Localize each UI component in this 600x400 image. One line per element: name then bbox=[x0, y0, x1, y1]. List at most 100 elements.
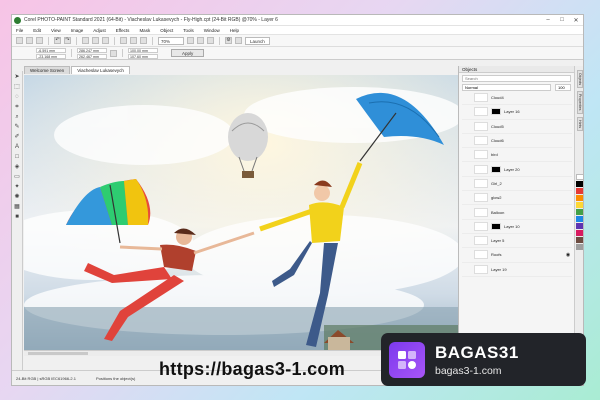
pick-tool-icon[interactable]: ➤ bbox=[14, 74, 21, 81]
layer-row[interactable]: Layer 19 bbox=[462, 263, 572, 277]
hand-icon[interactable] bbox=[207, 37, 214, 44]
open-file-icon[interactable] bbox=[26, 37, 33, 44]
menu-window[interactable]: Window bbox=[204, 28, 220, 33]
layer-row[interactable]: Cloud5 bbox=[462, 120, 572, 134]
menu-edit[interactable]: Edit bbox=[33, 28, 41, 33]
menu-mask[interactable]: Mask bbox=[139, 28, 150, 33]
layer-name: bird bbox=[491, 152, 498, 158]
app-window: Corel PHOTO-PAINT Standard 2021 (64-Bit)… bbox=[11, 14, 584, 386]
crop-icon[interactable] bbox=[120, 37, 127, 44]
zoom-tool-icon[interactable]: ⌕ bbox=[14, 114, 21, 121]
image-canvas[interactable] bbox=[24, 75, 458, 350]
docker-tab-objects[interactable]: Objects bbox=[577, 70, 583, 89]
width-field[interactable]: 286.247 mm bbox=[77, 47, 107, 53]
crop-tool-icon[interactable]: ⌗ bbox=[14, 104, 21, 111]
docker-tab-properties[interactable]: Properties bbox=[577, 91, 583, 114]
layer-row[interactable]: Cloud4 bbox=[462, 91, 572, 106]
y-position-field[interactable]: -23.168 mm bbox=[36, 53, 66, 59]
objects-search-input[interactable]: Search bbox=[462, 75, 571, 82]
palette-swatch[interactable] bbox=[576, 229, 583, 236]
layer-row[interactable]: Roofs ◉ bbox=[462, 248, 572, 263]
layer-row[interactable]: Balloon bbox=[462, 205, 572, 220]
palette-swatch[interactable] bbox=[576, 173, 583, 180]
layer-row[interactable]: Layer 5 bbox=[462, 234, 572, 249]
import-icon[interactable] bbox=[82, 37, 89, 44]
menu-help[interactable]: Help bbox=[230, 28, 239, 33]
save-icon[interactable] bbox=[36, 37, 43, 44]
color-profile-status: 24-Bit RGB | sRGB IEC61966-2.1 bbox=[16, 376, 76, 381]
undo-icon[interactable]: ↶ bbox=[54, 37, 61, 44]
x-position-field[interactable]: -6.591 mm bbox=[36, 47, 66, 53]
shape-tool-icon[interactable]: □ bbox=[14, 154, 21, 161]
title-bar: Corel PHOTO-PAINT Standard 2021 (64-Bit)… bbox=[12, 15, 583, 26]
object-icon[interactable] bbox=[140, 37, 147, 44]
layer-thumbnail bbox=[474, 150, 488, 160]
zoom-level-dropdown[interactable]: 70% bbox=[158, 36, 184, 45]
mask-tool-icon[interactable]: ⬚ bbox=[14, 84, 21, 91]
new-file-icon[interactable] bbox=[16, 37, 23, 44]
lasso-tool-icon[interactable]: ◌ bbox=[14, 94, 21, 101]
tab-welcome-screen[interactable]: Welcome Screen bbox=[24, 66, 71, 74]
menu-adjust[interactable]: Adjust bbox=[93, 28, 106, 33]
height-field[interactable]: 262.467 mm bbox=[77, 53, 107, 59]
scale-x-field[interactable]: 100.00 mm bbox=[128, 47, 158, 53]
menu-view[interactable]: View bbox=[51, 28, 61, 33]
fill-tool-icon[interactable]: ◈ bbox=[14, 164, 21, 171]
layer-row[interactable]: bird bbox=[462, 148, 572, 163]
menu-image[interactable]: Image bbox=[71, 28, 84, 33]
close-button[interactable]: ✕ bbox=[569, 17, 583, 24]
palette-swatch[interactable] bbox=[576, 187, 583, 194]
palette-swatch[interactable] bbox=[576, 215, 583, 222]
visibility-eye-icon[interactable]: ◉ bbox=[564, 252, 572, 258]
menu-file[interactable]: File bbox=[16, 28, 23, 33]
text-tool-icon[interactable]: A bbox=[14, 144, 21, 151]
layer-row[interactable]: glow2 bbox=[462, 191, 572, 206]
brush-tool-icon[interactable]: ✐ bbox=[14, 134, 21, 141]
options-gear-icon[interactable]: ⚙ bbox=[225, 37, 232, 44]
palette-swatch[interactable] bbox=[576, 194, 583, 201]
opacity-field[interactable]: 100 bbox=[555, 84, 571, 91]
docker-tab-hints[interactable]: Hints bbox=[577, 116, 583, 131]
palette-swatch[interactable] bbox=[576, 236, 583, 243]
maximize-button[interactable]: □ bbox=[555, 17, 569, 23]
layer-thumbnail bbox=[474, 93, 488, 103]
mask-icon[interactable] bbox=[130, 37, 137, 44]
layer-row[interactable]: Layer 16 bbox=[462, 105, 572, 120]
layer-row[interactable]: Cloud6 bbox=[462, 134, 572, 149]
eraser-tool-icon[interactable]: ▭ bbox=[14, 174, 21, 181]
layer-list: Cloud4 Layer 16 Cloud5 Cloud6 bird Layer 20 Gi… bbox=[462, 91, 572, 353]
effect-tool-icon[interactable]: ✺ bbox=[14, 194, 21, 201]
layer-name: Layer 19 bbox=[491, 266, 507, 272]
menu-tools[interactable]: Tools bbox=[183, 28, 194, 33]
app-launcher-icon[interactable] bbox=[235, 37, 242, 44]
palette-swatch[interactable] bbox=[576, 243, 583, 250]
layer-name: Cloud4 bbox=[491, 95, 504, 101]
palette-swatch[interactable] bbox=[576, 180, 583, 187]
palette-swatch[interactable] bbox=[576, 201, 583, 208]
transparency-tool-icon[interactable]: ▦ bbox=[14, 204, 21, 211]
fit-page-icon[interactable] bbox=[197, 37, 204, 44]
minimize-button[interactable]: – bbox=[541, 17, 555, 23]
layer-row[interactable]: Girl_2 bbox=[462, 177, 572, 192]
color-swatches-icon[interactable]: ■ bbox=[14, 214, 21, 221]
palette-swatch[interactable] bbox=[576, 222, 583, 229]
apply-button[interactable]: Apply bbox=[171, 49, 205, 57]
export-icon[interactable] bbox=[92, 37, 99, 44]
print-icon[interactable] bbox=[102, 37, 109, 44]
scrollbar-thumb[interactable] bbox=[28, 352, 88, 355]
zoom-one-icon[interactable] bbox=[187, 37, 194, 44]
menu-object[interactable]: Object bbox=[160, 28, 173, 33]
layer-row[interactable]: Layer 10 bbox=[462, 220, 572, 234]
menu-effects[interactable]: Effects bbox=[116, 28, 130, 33]
lock-ratio-icon[interactable] bbox=[110, 49, 117, 57]
palette-swatch[interactable] bbox=[576, 208, 583, 215]
tab-document[interactable]: Viacheslav Lukasevych bbox=[71, 66, 130, 74]
eyedropper-tool-icon[interactable]: ✎ bbox=[14, 124, 21, 131]
redo-icon[interactable]: ↷ bbox=[64, 37, 71, 44]
layer-thumbnail bbox=[474, 136, 488, 146]
layer-row[interactable]: Layer 20 bbox=[462, 162, 572, 177]
scale-y-field[interactable]: 107.60 mm bbox=[128, 53, 158, 59]
blend-mode-dropdown[interactable]: Normal bbox=[462, 84, 551, 91]
clone-tool-icon[interactable]: ✦ bbox=[14, 184, 21, 191]
launch-dropdown[interactable]: Launch bbox=[245, 36, 270, 45]
